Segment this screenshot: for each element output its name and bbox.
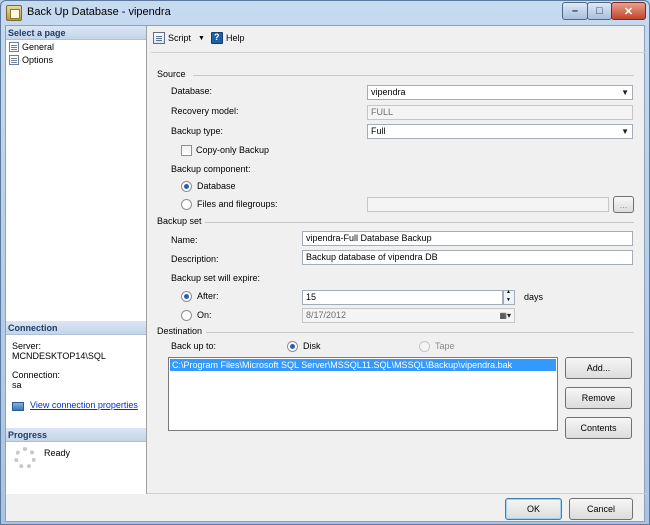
expire-label: Backup set will expire:	[171, 273, 261, 283]
backup-set-divider	[205, 222, 634, 223]
maximize-button[interactable]: □	[587, 2, 612, 20]
expire-after-radio[interactable]	[181, 291, 192, 302]
name-label: Name:	[171, 235, 198, 245]
help-label: Help	[226, 33, 245, 43]
progress-status: Ready	[44, 448, 71, 458]
page-icon	[9, 55, 19, 65]
server-label: Server:	[12, 341, 42, 351]
database-app-icon	[6, 5, 22, 21]
days-label: days	[524, 292, 544, 302]
minimize-icon: –	[571, 5, 579, 17]
backup-component-label: Backup component:	[171, 164, 251, 174]
component-files-radio[interactable]	[181, 199, 192, 210]
left-pane: Select a page General Options Connection…	[6, 26, 147, 494]
add-destination-button[interactable]: Add...	[565, 357, 632, 379]
expire-days-spinner[interactable]	[503, 289, 515, 305]
page-item-general[interactable]: General	[9, 41, 54, 53]
server-value: MCNDESKTOP14\SQL	[12, 351, 106, 361]
remove-destination-button[interactable]: Remove	[565, 387, 632, 409]
database-select-value: vipendra	[371, 87, 406, 97]
script-label: Script	[168, 33, 192, 43]
page-icon	[9, 42, 19, 52]
script-icon	[153, 32, 165, 44]
help-button[interactable]: Help	[211, 32, 245, 44]
database-label: Database:	[171, 86, 213, 96]
expire-on-radio[interactable]	[181, 310, 192, 321]
source-section-label: Source	[157, 69, 186, 79]
backup-set-section-label: Backup set	[157, 216, 202, 226]
backup-name-input[interactable]: vipendra-Full Database Backup	[302, 231, 633, 246]
component-database-label: Database	[197, 181, 236, 191]
source-divider	[193, 75, 634, 76]
destination-tape-radio[interactable]	[419, 341, 430, 352]
destination-section-label: Destination	[157, 326, 203, 336]
on-label: On:	[197, 310, 212, 320]
minimize-button[interactable]: –	[562, 2, 588, 20]
cancel-button[interactable]: Cancel	[569, 498, 633, 520]
dialog-client-area: Select a page General Options Connection…	[5, 25, 646, 522]
view-connection-properties-link[interactable]: View connection properties	[30, 400, 138, 410]
expire-date-picker: 8/17/2012 ▦▾	[302, 308, 515, 323]
destination-list[interactable]: C:\Program Files\Microsoft SQL Server\MS…	[168, 357, 558, 431]
recovery-model-field: FULL	[367, 105, 633, 120]
copy-only-checkbox[interactable]	[181, 145, 192, 156]
backup-database-window: Back Up Database - vipendra – □ ✕ Select…	[0, 0, 650, 525]
expire-days-input[interactable]: 15	[302, 290, 503, 305]
backup-type-label: Backup type:	[171, 126, 224, 136]
description-input[interactable]: Backup database of vipendra DB	[302, 250, 633, 265]
page-item-label: Options	[22, 55, 54, 65]
toolbar: Script ▼ Help	[149, 26, 646, 52]
footer-divider	[147, 493, 646, 494]
component-files-label: Files and filegroups:	[197, 199, 278, 209]
progress-header: Progress	[6, 428, 146, 442]
close-button[interactable]: ✕	[611, 2, 646, 20]
maximize-icon: □	[596, 5, 603, 17]
database-select[interactable]: vipendra ▼	[367, 85, 633, 100]
destination-divider	[206, 332, 634, 333]
chevron-down-icon: ▼	[621, 88, 629, 97]
toolbar-divider	[151, 52, 646, 53]
description-label: Description:	[171, 254, 219, 264]
backup-type-select[interactable]: Full ▼	[367, 124, 633, 139]
destination-disk-radio[interactable]	[287, 341, 298, 352]
calendar-icon: ▦▾	[499, 311, 511, 320]
ok-button[interactable]: OK	[505, 498, 562, 520]
chevron-down-icon: ▼	[621, 127, 629, 136]
expire-date-value: 8/17/2012	[306, 310, 347, 320]
connection-label: Connection:	[12, 370, 61, 380]
files-filegroups-field	[367, 197, 609, 212]
connection-header: Connection	[6, 321, 146, 335]
close-icon: ✕	[623, 5, 634, 18]
select-page-header: Select a page	[6, 26, 146, 40]
component-database-radio[interactable]	[181, 181, 192, 192]
page-item-label: General	[22, 42, 55, 52]
list-item[interactable]: C:\Program Files\Microsoft SQL Server\MS…	[170, 359, 556, 371]
browse-files-button[interactable]: ...	[613, 196, 634, 213]
tape-label: Tape	[435, 341, 455, 351]
help-icon	[211, 32, 223, 44]
recovery-model-label: Recovery model:	[171, 106, 239, 116]
window-title: Back Up Database - vipendra	[27, 6, 171, 18]
back-up-to-label: Back up to:	[171, 341, 217, 351]
backup-type-select-value: Full	[371, 126, 386, 136]
copy-only-label: Copy-only Backup	[196, 145, 270, 155]
contents-button[interactable]: Contents	[565, 417, 632, 439]
chevron-down-icon: ▼	[198, 34, 205, 42]
connection-properties-icon	[12, 402, 24, 411]
connection-value: sa	[12, 380, 22, 390]
disk-label: Disk	[303, 341, 321, 351]
after-label: After:	[197, 291, 219, 301]
progress-spinner-icon	[14, 447, 36, 469]
title-bar[interactable]: Back Up Database - vipendra – □ ✕	[1, 1, 649, 25]
page-item-options[interactable]: Options	[9, 54, 53, 66]
script-button[interactable]: Script ▼	[153, 32, 205, 44]
